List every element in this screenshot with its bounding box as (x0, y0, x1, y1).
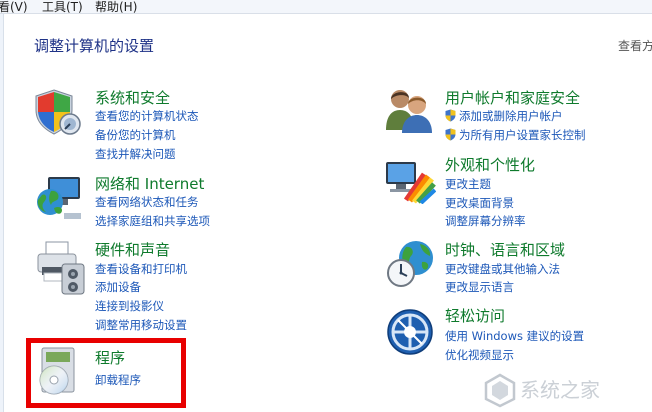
link-optimize-display[interactable]: 优化视频显示 (445, 347, 514, 363)
globe-network-icon[interactable] (34, 175, 84, 221)
programs-highlight-box (26, 338, 186, 408)
watermark-text: 系统之家 (520, 378, 600, 402)
category-ease-access-title[interactable]: 轻松访问 (445, 305, 505, 326)
category-appearance-title[interactable]: 外观和个性化 (445, 154, 535, 175)
category-hardware-sound-title[interactable]: 硬件和声音 (95, 239, 170, 260)
menu-view[interactable]: 看(V) (0, 0, 28, 15)
category-system-security-title[interactable]: 系统和安全 (95, 87, 170, 108)
monitor-palette-icon[interactable] (384, 160, 437, 205)
link-backup-computer[interactable]: 备份您的计算机 (95, 127, 176, 143)
category-network-title[interactable]: 网络和 Internet (95, 173, 204, 194)
link-devices-printers[interactable]: 查看设备和打印机 (95, 261, 187, 277)
link-parental-controls[interactable]: 为所有用户设置家长控制 (459, 127, 586, 143)
menu-help[interactable]: 帮助(H) (95, 0, 137, 15)
view-by-label[interactable]: 查看方 (618, 37, 652, 54)
window-left-edge (0, 14, 4, 412)
link-add-device[interactable]: 添加设备 (95, 279, 141, 295)
link-view-computer-status[interactable]: 查看您的计算机状态 (95, 108, 199, 124)
watermark: 系统之家 (482, 370, 648, 410)
link-screen-resolution[interactable]: 调整屏幕分辨率 (445, 213, 526, 229)
link-add-remove-accounts[interactable]: 添加或删除用户帐户 (459, 108, 563, 124)
link-change-background[interactable]: 更改桌面背景 (445, 195, 514, 211)
link-change-theme[interactable]: 更改主题 (445, 176, 491, 192)
link-homegroup-sharing[interactable]: 选择家庭组和共享选项 (95, 213, 210, 229)
printer-speaker-icon[interactable] (34, 240, 86, 296)
link-troubleshoot[interactable]: 查找并解决问题 (95, 146, 176, 162)
category-user-accounts-title[interactable]: 用户帐户和家庭安全 (445, 87, 580, 108)
uac-shield-icon (445, 109, 456, 122)
shield-flag-icon[interactable] (34, 88, 84, 136)
category-clock-region-title[interactable]: 时钟、语言和区域 (445, 239, 565, 260)
ease-of-access-icon[interactable] (386, 308, 434, 356)
link-recommended-settings[interactable]: 使用 Windows 建议的设置 (445, 328, 584, 344)
page-title: 调整计算机的设置 (34, 37, 155, 55)
watermark-logo-icon (484, 373, 516, 408)
menu-tools[interactable]: 工具(T) (42, 0, 83, 15)
users-icon[interactable] (384, 86, 434, 134)
link-change-keyboard[interactable]: 更改键盘或其他输入法 (445, 261, 560, 277)
clock-globe-icon[interactable] (386, 238, 436, 290)
link-change-display-language[interactable]: 更改显示语言 (445, 279, 514, 295)
link-connect-projector[interactable]: 连接到投影仪 (95, 298, 164, 314)
menu-bar: 看(V) 工具(T) 帮助(H) (0, 0, 652, 14)
link-mobility-settings[interactable]: 调整常用移动设置 (95, 317, 187, 333)
link-network-status[interactable]: 查看网络状态和任务 (95, 194, 199, 210)
uac-shield-icon (445, 128, 456, 141)
